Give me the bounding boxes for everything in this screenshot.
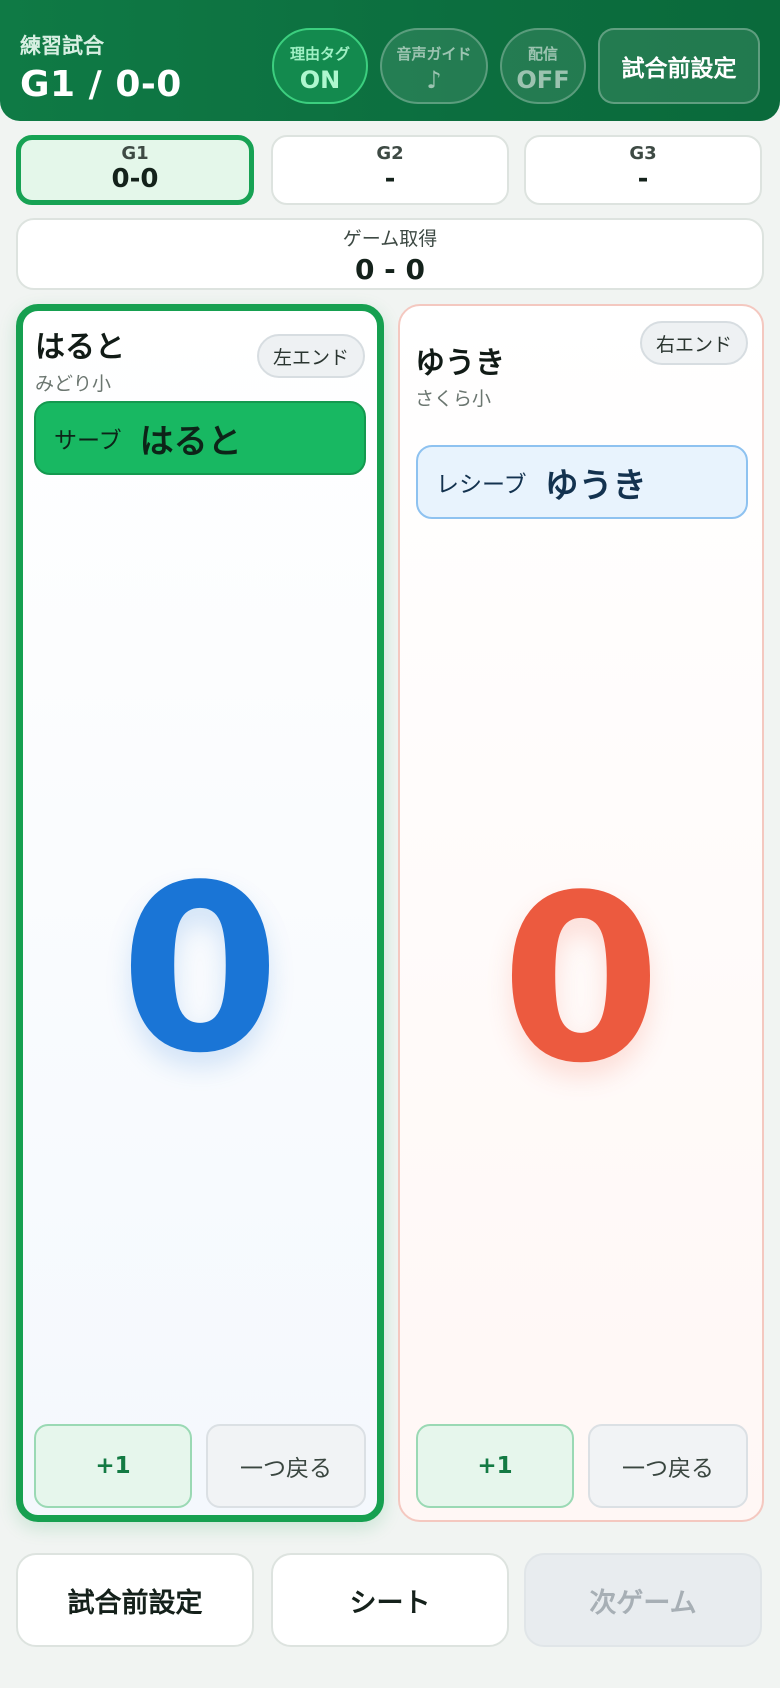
player-name: はると bbox=[35, 330, 125, 365]
player-name: ゆうき bbox=[415, 346, 505, 381]
player-panel-left[interactable]: はると みどり小 左エンド サーブ はると 0 +1 一つ戻る bbox=[16, 304, 384, 1522]
game-tab-g3[interactable]: G3 - bbox=[524, 135, 762, 205]
role-player-name: はると bbox=[139, 421, 242, 462]
stream-label: 配信 bbox=[527, 45, 558, 63]
games-won-label: ゲーム取得 bbox=[342, 228, 438, 250]
receive-indicator: レシーブ ゆうき bbox=[416, 445, 748, 519]
player-panel-right[interactable]: ゆうき さくら小 右エンド レシーブ ゆうき 0 +1 一つ戻る bbox=[398, 304, 764, 1522]
voice-guide-toggle[interactable]: 音声ガイド ♪ bbox=[380, 28, 488, 104]
reason-tag-label: 理由タグ bbox=[289, 45, 350, 63]
right-end-button[interactable]: 右エンド bbox=[640, 321, 748, 365]
game-tab-label: G2 bbox=[376, 143, 404, 164]
app-header: 練習試合 G1 / 0-0 理由タグ ON 音声ガイド ♪ 配信 OFF 試合前… bbox=[0, 0, 780, 121]
game-tab-label: G3 bbox=[629, 143, 657, 164]
serve-indicator: サーブ はると bbox=[34, 401, 366, 475]
left-undo-button[interactable]: 一つ戻る bbox=[206, 1424, 366, 1508]
role-label: サーブ bbox=[54, 428, 122, 454]
player-score: 0 bbox=[500, 847, 662, 1114]
match-title: G1 / 0-0 bbox=[20, 64, 182, 105]
game-tab-label: G1 bbox=[121, 143, 149, 164]
stream-value: OFF bbox=[516, 66, 570, 94]
reason-tag-value: ON bbox=[299, 66, 341, 94]
player-school: さくら小 bbox=[415, 388, 492, 410]
next-game-button[interactable]: 次ゲーム bbox=[524, 1553, 762, 1647]
left-end-button[interactable]: 左エンド bbox=[257, 334, 365, 378]
sheet-button[interactable]: シート bbox=[271, 1553, 509, 1647]
setup-button[interactable]: 試合前設定 bbox=[16, 1553, 254, 1647]
voice-guide-label: 音声ガイド bbox=[396, 45, 472, 63]
role-label: レシーブ bbox=[436, 472, 527, 498]
games-won-score: 0 - 0 bbox=[354, 253, 426, 286]
game-tab-g2[interactable]: G2 - bbox=[271, 135, 509, 205]
reason-tag-toggle[interactable]: 理由タグ ON bbox=[272, 28, 368, 104]
header-setup-button[interactable]: 試合前設定 bbox=[598, 28, 760, 104]
player-school: みどり小 bbox=[35, 373, 112, 395]
stream-toggle[interactable]: 配信 OFF bbox=[500, 28, 586, 104]
left-plus-one-button[interactable]: +1 bbox=[34, 1424, 192, 1508]
music-note-icon: ♪ bbox=[426, 66, 442, 94]
right-undo-button[interactable]: 一つ戻る bbox=[588, 1424, 748, 1508]
game-tab-score: 0-0 bbox=[111, 164, 159, 194]
player-score: 0 bbox=[119, 837, 281, 1104]
right-plus-one-button[interactable]: +1 bbox=[416, 1424, 574, 1508]
game-tab-score: - bbox=[384, 164, 396, 194]
match-mode-label: 練習試合 bbox=[20, 34, 104, 58]
game-tab-g1[interactable]: G1 0-0 bbox=[16, 135, 254, 205]
role-player-name: ゆうき bbox=[544, 465, 647, 506]
games-won-summary: ゲーム取得 0 - 0 bbox=[16, 218, 764, 290]
game-tab-score: - bbox=[637, 164, 649, 194]
